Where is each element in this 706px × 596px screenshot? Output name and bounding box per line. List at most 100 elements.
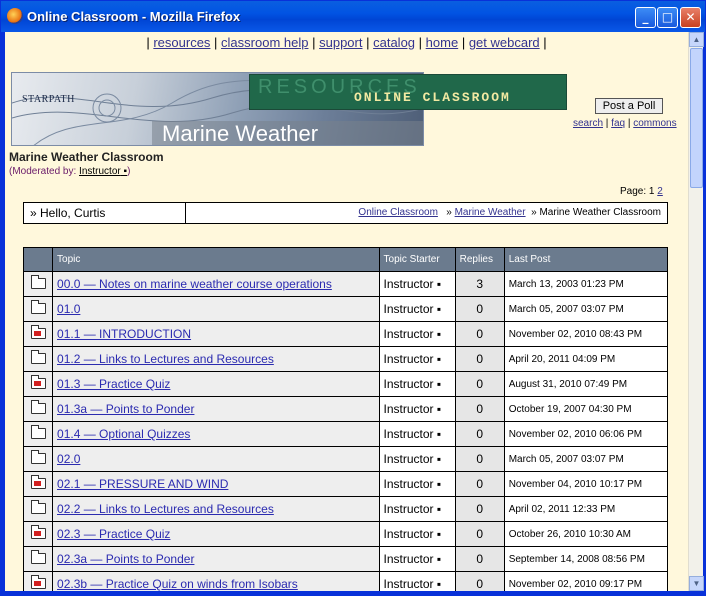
topic-link[interactable]: 02.3 — Practice Quiz: [57, 527, 170, 541]
table-row: 01.4 — Optional Quizzes Instructor ▪ 0 Nove…: [22, 421, 669, 447]
starter-cell[interactable]: Instructor ▪: [378, 321, 456, 347]
nav-link-classroom-help[interactable]: classroom help: [221, 35, 308, 50]
close-button[interactable]: ✕: [680, 7, 701, 28]
topic-link[interactable]: 02.2 — Links to Lectures and Resources: [57, 502, 274, 516]
topic-cell: 02.1 — PRESSURE AND WIND: [52, 471, 380, 497]
nav-link-home[interactable]: home: [426, 35, 459, 50]
replies-cell: 0: [454, 546, 505, 572]
vertical-scrollbar[interactable]: ▲ ▼: [688, 32, 704, 591]
faq-link[interactable]: faq: [611, 118, 625, 129]
last-post-cell: March 05, 2007 03:07 PM: [503, 296, 669, 322]
starter-name[interactable]: Instructor: [384, 402, 434, 416]
replies-cell: 0: [454, 521, 505, 547]
replies-cell: 0: [454, 346, 505, 372]
nav-link-resources[interactable]: resources: [153, 35, 210, 50]
starter-cell[interactable]: Instructor ▪: [378, 371, 456, 397]
topic-link[interactable]: 02.0: [57, 452, 80, 466]
starter-name[interactable]: Instructor: [384, 502, 434, 516]
replies-cell: 0: [454, 321, 505, 347]
starter-cell[interactable]: Instructor ▪: [378, 296, 456, 322]
topic-cell: 01.2 — Links to Lectures and Resources: [52, 346, 380, 372]
topic-status-cell: [22, 421, 54, 447]
starter-name[interactable]: Instructor: [384, 527, 434, 541]
commons-link[interactable]: commons: [633, 118, 676, 129]
header-topic[interactable]: Topic: [52, 247, 380, 272]
topic-link[interactable]: 02.1 — PRESSURE AND WIND: [57, 477, 228, 491]
breadcrumb-current: Marine Weather Classroom: [539, 207, 661, 218]
topic-status-cell: [22, 346, 54, 372]
topic-link[interactable]: 00.0 — Notes on marine weather course op…: [57, 277, 332, 291]
starter-name[interactable]: Instructor: [384, 302, 434, 316]
topic-status-cell: [22, 446, 54, 472]
folder-icon: [30, 400, 46, 414]
starter-cell[interactable]: Instructor ▪: [378, 421, 456, 447]
browser-window: Online Classroom - Mozilla Firefox _ □ ✕…: [0, 0, 706, 596]
nav-link-support[interactable]: support: [319, 35, 362, 50]
topic-cell: 01.3a — Points to Ponder: [52, 396, 380, 422]
table-row: 01.1 — INTRODUCTION Instructor ▪ 0 November…: [22, 321, 669, 347]
starter-name[interactable]: Instructor: [384, 377, 434, 391]
table-row: 02.3 — Practice Quiz Instructor ▪ 0 October…: [22, 521, 669, 547]
starter-cell[interactable]: Instructor ▪: [378, 396, 456, 422]
breadcrumb-bar: » Hello, Curtis Online Classroom » Marin…: [23, 202, 668, 224]
topic-link[interactable]: 01.4 — Optional Quizzes: [57, 427, 190, 441]
topic-link[interactable]: 01.3a — Points to Ponder: [57, 402, 194, 416]
folder-icon: [30, 325, 46, 339]
header-starter[interactable]: Topic Starter: [378, 247, 456, 272]
online-classroom-text: ONLINE CLASSROOM: [354, 90, 511, 105]
starter-cell[interactable]: Instructor ▪: [378, 521, 456, 547]
topic-link[interactable]: 01.3 — Practice Quiz: [57, 377, 170, 391]
topic-link[interactable]: 02.3b — Practice Quiz on winds from Isob…: [57, 577, 298, 591]
starter-cell[interactable]: Instructor ▪: [378, 346, 456, 372]
header-replies[interactable]: Replies: [454, 247, 505, 272]
starter-name[interactable]: Instructor: [384, 327, 434, 341]
moderated-by: (Moderated by: Instructor ▪): [9, 166, 131, 177]
table-row: 01.0 Instructor ▪ 0 March 05, 2007 03:07 PM: [22, 296, 669, 322]
topic-link[interactable]: 01.2 — Links to Lectures and Resources: [57, 352, 274, 366]
topic-link[interactable]: 01.1 — INTRODUCTION: [57, 327, 191, 341]
topic-status-cell: [22, 496, 54, 522]
search-link[interactable]: search: [573, 118, 603, 129]
post-poll-button[interactable]: Post a Poll: [595, 98, 663, 114]
topic-cell: 01.4 — Optional Quizzes: [52, 421, 380, 447]
folder-icon: [30, 500, 46, 514]
maximize-button[interactable]: □: [657, 7, 678, 28]
topic-link[interactable]: 02.3a — Points to Ponder: [57, 552, 194, 566]
topic-status-cell: [22, 396, 54, 422]
starter-name[interactable]: Instructor: [384, 352, 434, 366]
starter-cell[interactable]: Instructor ▪: [378, 546, 456, 572]
starter-name[interactable]: Instructor: [384, 427, 434, 441]
moderator-link[interactable]: Instructor ▪: [79, 166, 127, 177]
starter-cell[interactable]: Instructor ▪: [378, 571, 456, 591]
starter-name[interactable]: Instructor: [384, 577, 434, 591]
page-2-link[interactable]: 2: [657, 186, 663, 197]
folder-icon: [30, 550, 46, 564]
breadcrumb-online-classroom[interactable]: Online Classroom: [358, 207, 437, 218]
starter-name[interactable]: Instructor: [384, 452, 434, 466]
scroll-down-button[interactable]: ▼: [689, 576, 704, 591]
scroll-up-button[interactable]: ▲: [689, 32, 704, 47]
topic-link[interactable]: 01.0: [57, 302, 80, 316]
last-post-cell: October 19, 2007 04:30 PM: [503, 396, 669, 422]
starter-name[interactable]: Instructor: [384, 552, 434, 566]
nav-link-get-webcard[interactable]: get webcard: [469, 35, 540, 50]
header-last-post[interactable]: Last Post: [503, 247, 669, 272]
nav-link-catalog[interactable]: catalog: [373, 35, 415, 50]
starter-cell[interactable]: Instructor ▪: [378, 471, 456, 497]
topic-cell: 02.3 — Practice Quiz: [52, 521, 380, 547]
breadcrumb-marine-weather[interactable]: Marine Weather: [455, 207, 526, 218]
starter-name[interactable]: Instructor: [384, 277, 434, 291]
starter-name[interactable]: Instructor: [384, 477, 434, 491]
starter-cell[interactable]: Instructor ▪: [378, 271, 456, 297]
table-row: 02.3b — Practice Quiz on winds from Isob…: [22, 571, 669, 591]
replies-cell: 0: [454, 396, 505, 422]
scroll-thumb[interactable]: [690, 48, 703, 188]
last-post-cell: November 04, 2010 10:17 PM: [503, 471, 669, 497]
minimize-button[interactable]: _: [635, 7, 656, 28]
table-row: 02.2 — Links to Lectures and Resources In…: [22, 496, 669, 522]
firefox-icon: [7, 8, 23, 24]
starter-cell[interactable]: Instructor ▪: [378, 446, 456, 472]
starter-cell[interactable]: Instructor ▪: [378, 496, 456, 522]
page-viewport: | resources | classroom help | support |…: [5, 32, 688, 591]
replies-cell: 0: [454, 571, 505, 591]
